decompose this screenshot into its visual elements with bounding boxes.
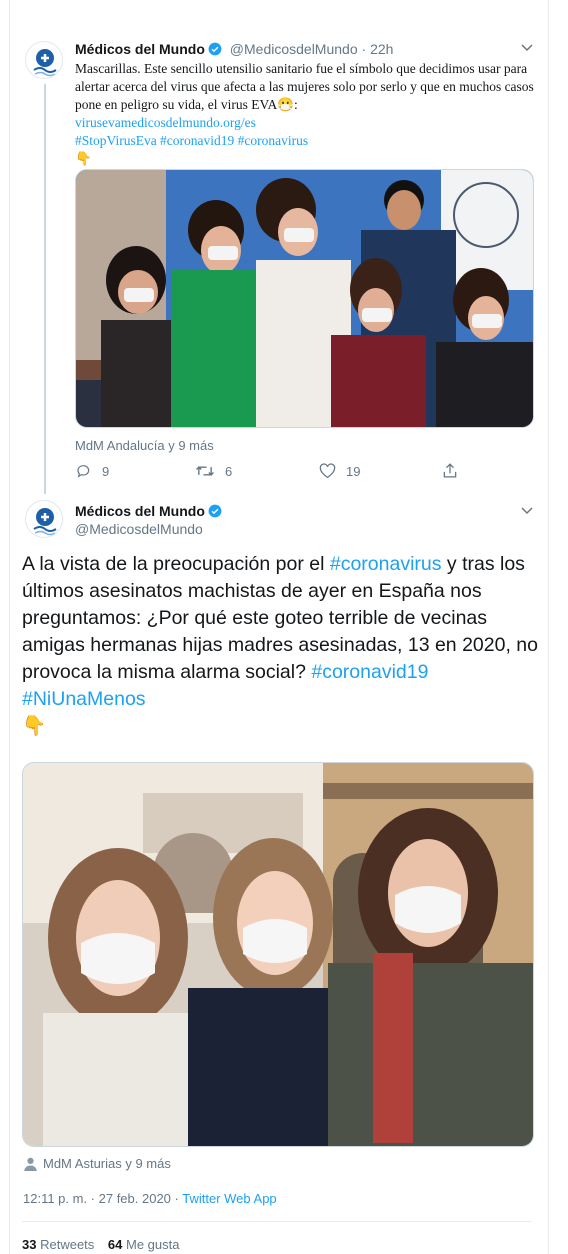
tweet-body: Mascarillas. Este sencillo utensilio san… (75, 61, 534, 112)
street-photo-masks (23, 763, 533, 1146)
retweets-stat[interactable]: 33 Retweets (22, 1237, 94, 1252)
chevron-down-icon[interactable] (520, 503, 534, 517)
hashtag-coronavirus[interactable]: #coronavirus (330, 553, 442, 575)
author-handle[interactable]: @MedicosdelMundo (230, 41, 358, 57)
hashtag-coronavid19[interactable]: #coronavid19 (311, 661, 428, 683)
tweet-photo[interactable] (22, 762, 534, 1147)
tweet-link[interactable]: virusevamedicosdelmundo.org/es (75, 115, 256, 130)
verified-badge-icon (208, 42, 222, 56)
heart-icon (319, 463, 336, 479)
tweet-time[interactable]: 22h (370, 41, 393, 57)
reply-icon (77, 465, 90, 478)
engagement-stats: 33 Retweets 64 Me gusta (22, 1237, 180, 1252)
tagged-people-text: MdM Asturias y 9 más (43, 1156, 171, 1171)
likes-stat[interactable]: 64 Me gusta (108, 1237, 180, 1252)
retweet-label: Retweets (40, 1237, 95, 1252)
retweet-button[interactable]: 6 (195, 463, 232, 479)
share-icon (443, 463, 457, 478)
tweet-header: Médicos del Mundo @MedicosdelMundo · 22h (75, 41, 394, 57)
retweet-icon (196, 466, 214, 476)
like-button[interactable]: 19 (319, 463, 360, 479)
tweet-body-part1: A la vista de la preocupación por el (22, 553, 330, 575)
avatar[interactable] (25, 41, 63, 79)
person-icon (24, 1157, 37, 1171)
source-link[interactable]: Twitter Web App (182, 1191, 276, 1206)
tweet-header: Médicos del Mundo (75, 503, 222, 521)
reply-count: 9 (102, 463, 110, 479)
like-label: Me gusta (126, 1237, 180, 1252)
tweet-timestamp: 12:11 p. m. · 27 feb. 2020 · Twitter Web… (23, 1191, 277, 1206)
tweet-text: Mascarillas. Este sencillo utensilio san… (75, 60, 535, 168)
share-button[interactable] (442, 462, 468, 479)
avatar[interactable] (25, 500, 63, 538)
author-handle[interactable]: @MedicosdelMundo (75, 521, 203, 537)
hashtag-niunamenos[interactable]: #NiUnaMenos (22, 688, 146, 710)
tweet-hashtags[interactable]: #StopVirusEva #coronavid19 #coronavirus (75, 133, 308, 148)
like-count: 19 (346, 463, 361, 479)
reply-button[interactable]: 9 (76, 463, 109, 479)
divider (22, 1221, 532, 1222)
thread-line (44, 84, 46, 494)
pointing-down-emoji: 👇 (22, 715, 47, 737)
timestamp-text[interactable]: 12:11 p. m. · 27 feb. 2020 · (23, 1191, 182, 1206)
tweet-text: A la vista de la preocupación por el #co… (22, 551, 542, 740)
chevron-down-icon[interactable] (520, 40, 534, 54)
pointing-down-emoji: 👇 (75, 151, 92, 166)
tagged-people[interactable]: MdM Andalucía y 9 más (75, 438, 214, 453)
tagged-people[interactable]: MdM Asturias y 9 más (24, 1156, 171, 1171)
retweet-count: 6 (225, 463, 233, 479)
verified-badge-icon (208, 504, 222, 518)
like-count: 64 (107, 1237, 123, 1252)
tweet-photo[interactable] (75, 169, 534, 428)
author-name[interactable]: Médicos del Mundo (75, 503, 205, 519)
author-name[interactable]: Médicos del Mundo (75, 41, 205, 57)
retweet-count: 33 (22, 1237, 37, 1252)
group-photo-masks (76, 170, 533, 427)
